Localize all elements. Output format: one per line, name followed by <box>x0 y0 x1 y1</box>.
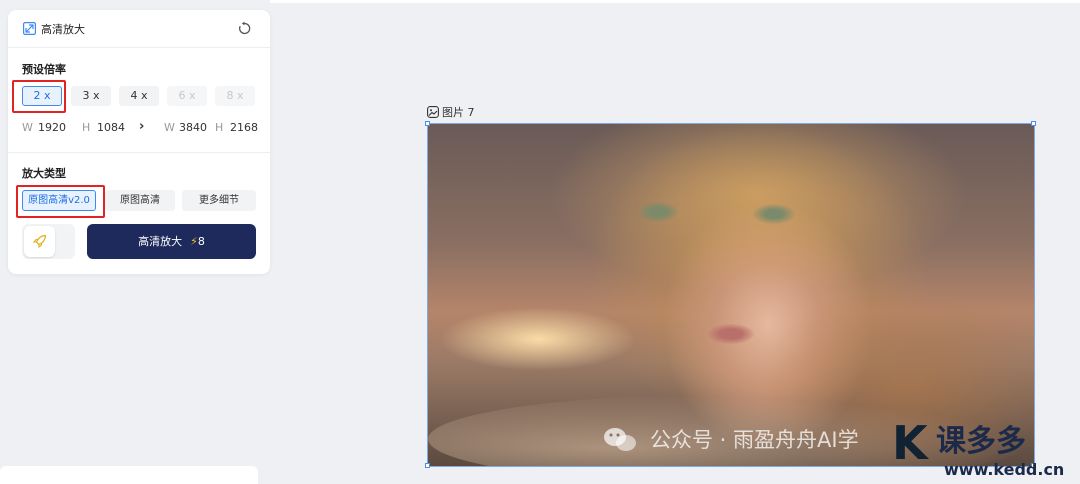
original-width-value: 1920 <box>38 121 66 134</box>
target-width-label: W <box>164 121 175 134</box>
favorite-toggle-track[interactable] <box>22 224 75 259</box>
layer-label[interactable]: 图片 7 <box>427 104 475 120</box>
type-more-detail-button[interactable]: 更多细节 <box>182 190 256 211</box>
upscale-button[interactable]: 高清放大 ⚡8 <box>87 224 256 259</box>
original-height-label: H <box>82 121 91 134</box>
expand-icon <box>23 22 36 35</box>
target-height-value: 2168 <box>230 121 258 134</box>
rocket-icon <box>32 234 47 249</box>
panel-header: 高清放大 <box>8 10 270 48</box>
resize-handle-bottom-left[interactable] <box>425 463 430 468</box>
original-height-value: 1084 <box>97 121 125 134</box>
wechat-icon <box>604 428 636 451</box>
panel-title: 高清放大 <box>41 23 85 36</box>
lips <box>708 324 754 344</box>
scale-3x-button[interactable]: 3 x <box>71 86 111 106</box>
layer-name: 图片 7 <box>442 106 475 119</box>
reset-icon[interactable] <box>237 21 252 36</box>
upscale-panel: 高清放大 预设倍率 2 x 3 x 4 x 6 x 8 x W 1920 H 1… <box>8 10 270 274</box>
secondary-panel-edge <box>0 466 258 484</box>
upscale-button-label: 高清放大 <box>138 235 183 248</box>
watermark-text: 公众号 · 雨盈舟舟AI学 <box>650 428 859 452</box>
type-original-hd-button[interactable]: 原图高清 <box>105 190 175 211</box>
canvas-image[interactable] <box>427 123 1035 467</box>
target-width-value: 3840 <box>179 121 207 134</box>
section-divider <box>8 152 270 153</box>
scale-4x-button[interactable]: 4 x <box>119 86 159 106</box>
logo-url: www.kedd.cn <box>944 460 1065 479</box>
canvas-top-edge <box>270 0 1080 3</box>
original-width-label: W <box>22 121 33 134</box>
chevron-right-icon: › <box>139 119 145 134</box>
type-original-hd-v2-button[interactable]: 原图高清v2.0 <box>22 190 96 211</box>
rocket-button[interactable] <box>24 226 55 257</box>
resize-handle-top-left[interactable] <box>425 121 430 126</box>
upscale-type-heading: 放大类型 <box>22 167 66 180</box>
scale-2x-button[interactable]: 2 x <box>22 86 62 106</box>
logo-mark: K <box>892 416 928 470</box>
upscale-cost: 8 <box>197 235 205 248</box>
bolt-icon: ⚡ <box>190 235 198 248</box>
target-height-label: H <box>215 121 224 134</box>
preset-scale-heading: 预设倍率 <box>22 63 66 76</box>
image-icon <box>427 106 439 118</box>
eye-left <box>638 202 678 222</box>
scale-8x-button: 8 x <box>215 86 255 106</box>
scale-6x-button: 6 x <box>167 86 207 106</box>
eye-right <box>753 204 795 224</box>
resize-handle-top-right[interactable] <box>1031 121 1036 126</box>
logo-text: 课多多 <box>936 424 1026 459</box>
